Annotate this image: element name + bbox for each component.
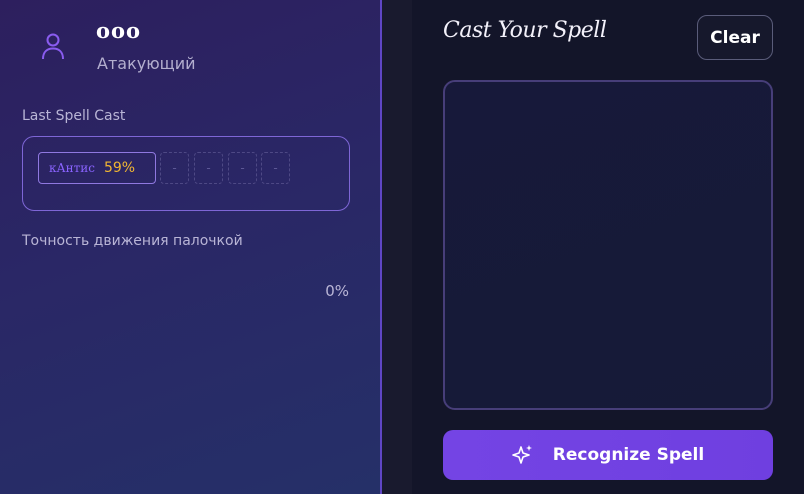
clear-button[interactable]: Clear xyxy=(697,15,773,60)
player-role: Атакующий xyxy=(97,54,196,73)
spell-result-chip: кАнтис 59% xyxy=(38,152,156,184)
app-root: ooo Атакующий Last Spell Cast кАнтис 59%… xyxy=(0,0,804,494)
empty-spell-slot: - xyxy=(160,152,189,184)
spell-drawing-canvas[interactable] xyxy=(443,80,773,410)
player-name: ooo xyxy=(96,18,142,43)
empty-spell-slot: - xyxy=(194,152,223,184)
spell-name: кАнтис xyxy=(49,161,95,175)
empty-spell-slot: - xyxy=(228,152,257,184)
player-panel: ooo Атакующий Last Spell Cast кАнтис 59%… xyxy=(0,0,381,494)
wand-accuracy-label: Точность движения палочкой xyxy=(22,233,243,249)
sparkle-icon xyxy=(511,445,532,464)
spell-confidence: 59% xyxy=(103,160,136,176)
cast-title: Cast Your Spell xyxy=(443,18,607,43)
recognize-spell-button[interactable]: Recognize Spell xyxy=(443,430,773,480)
last-spell-box: кАнтис 59% - - - - xyxy=(22,136,350,211)
recognize-spell-label: Recognize Spell xyxy=(552,445,705,465)
wand-accuracy-value: 0% xyxy=(325,282,349,300)
last-spell-label: Last Spell Cast xyxy=(22,108,126,124)
panel-gutter xyxy=(382,0,412,494)
empty-spell-slot: - xyxy=(261,152,290,184)
user-icon xyxy=(42,33,64,60)
